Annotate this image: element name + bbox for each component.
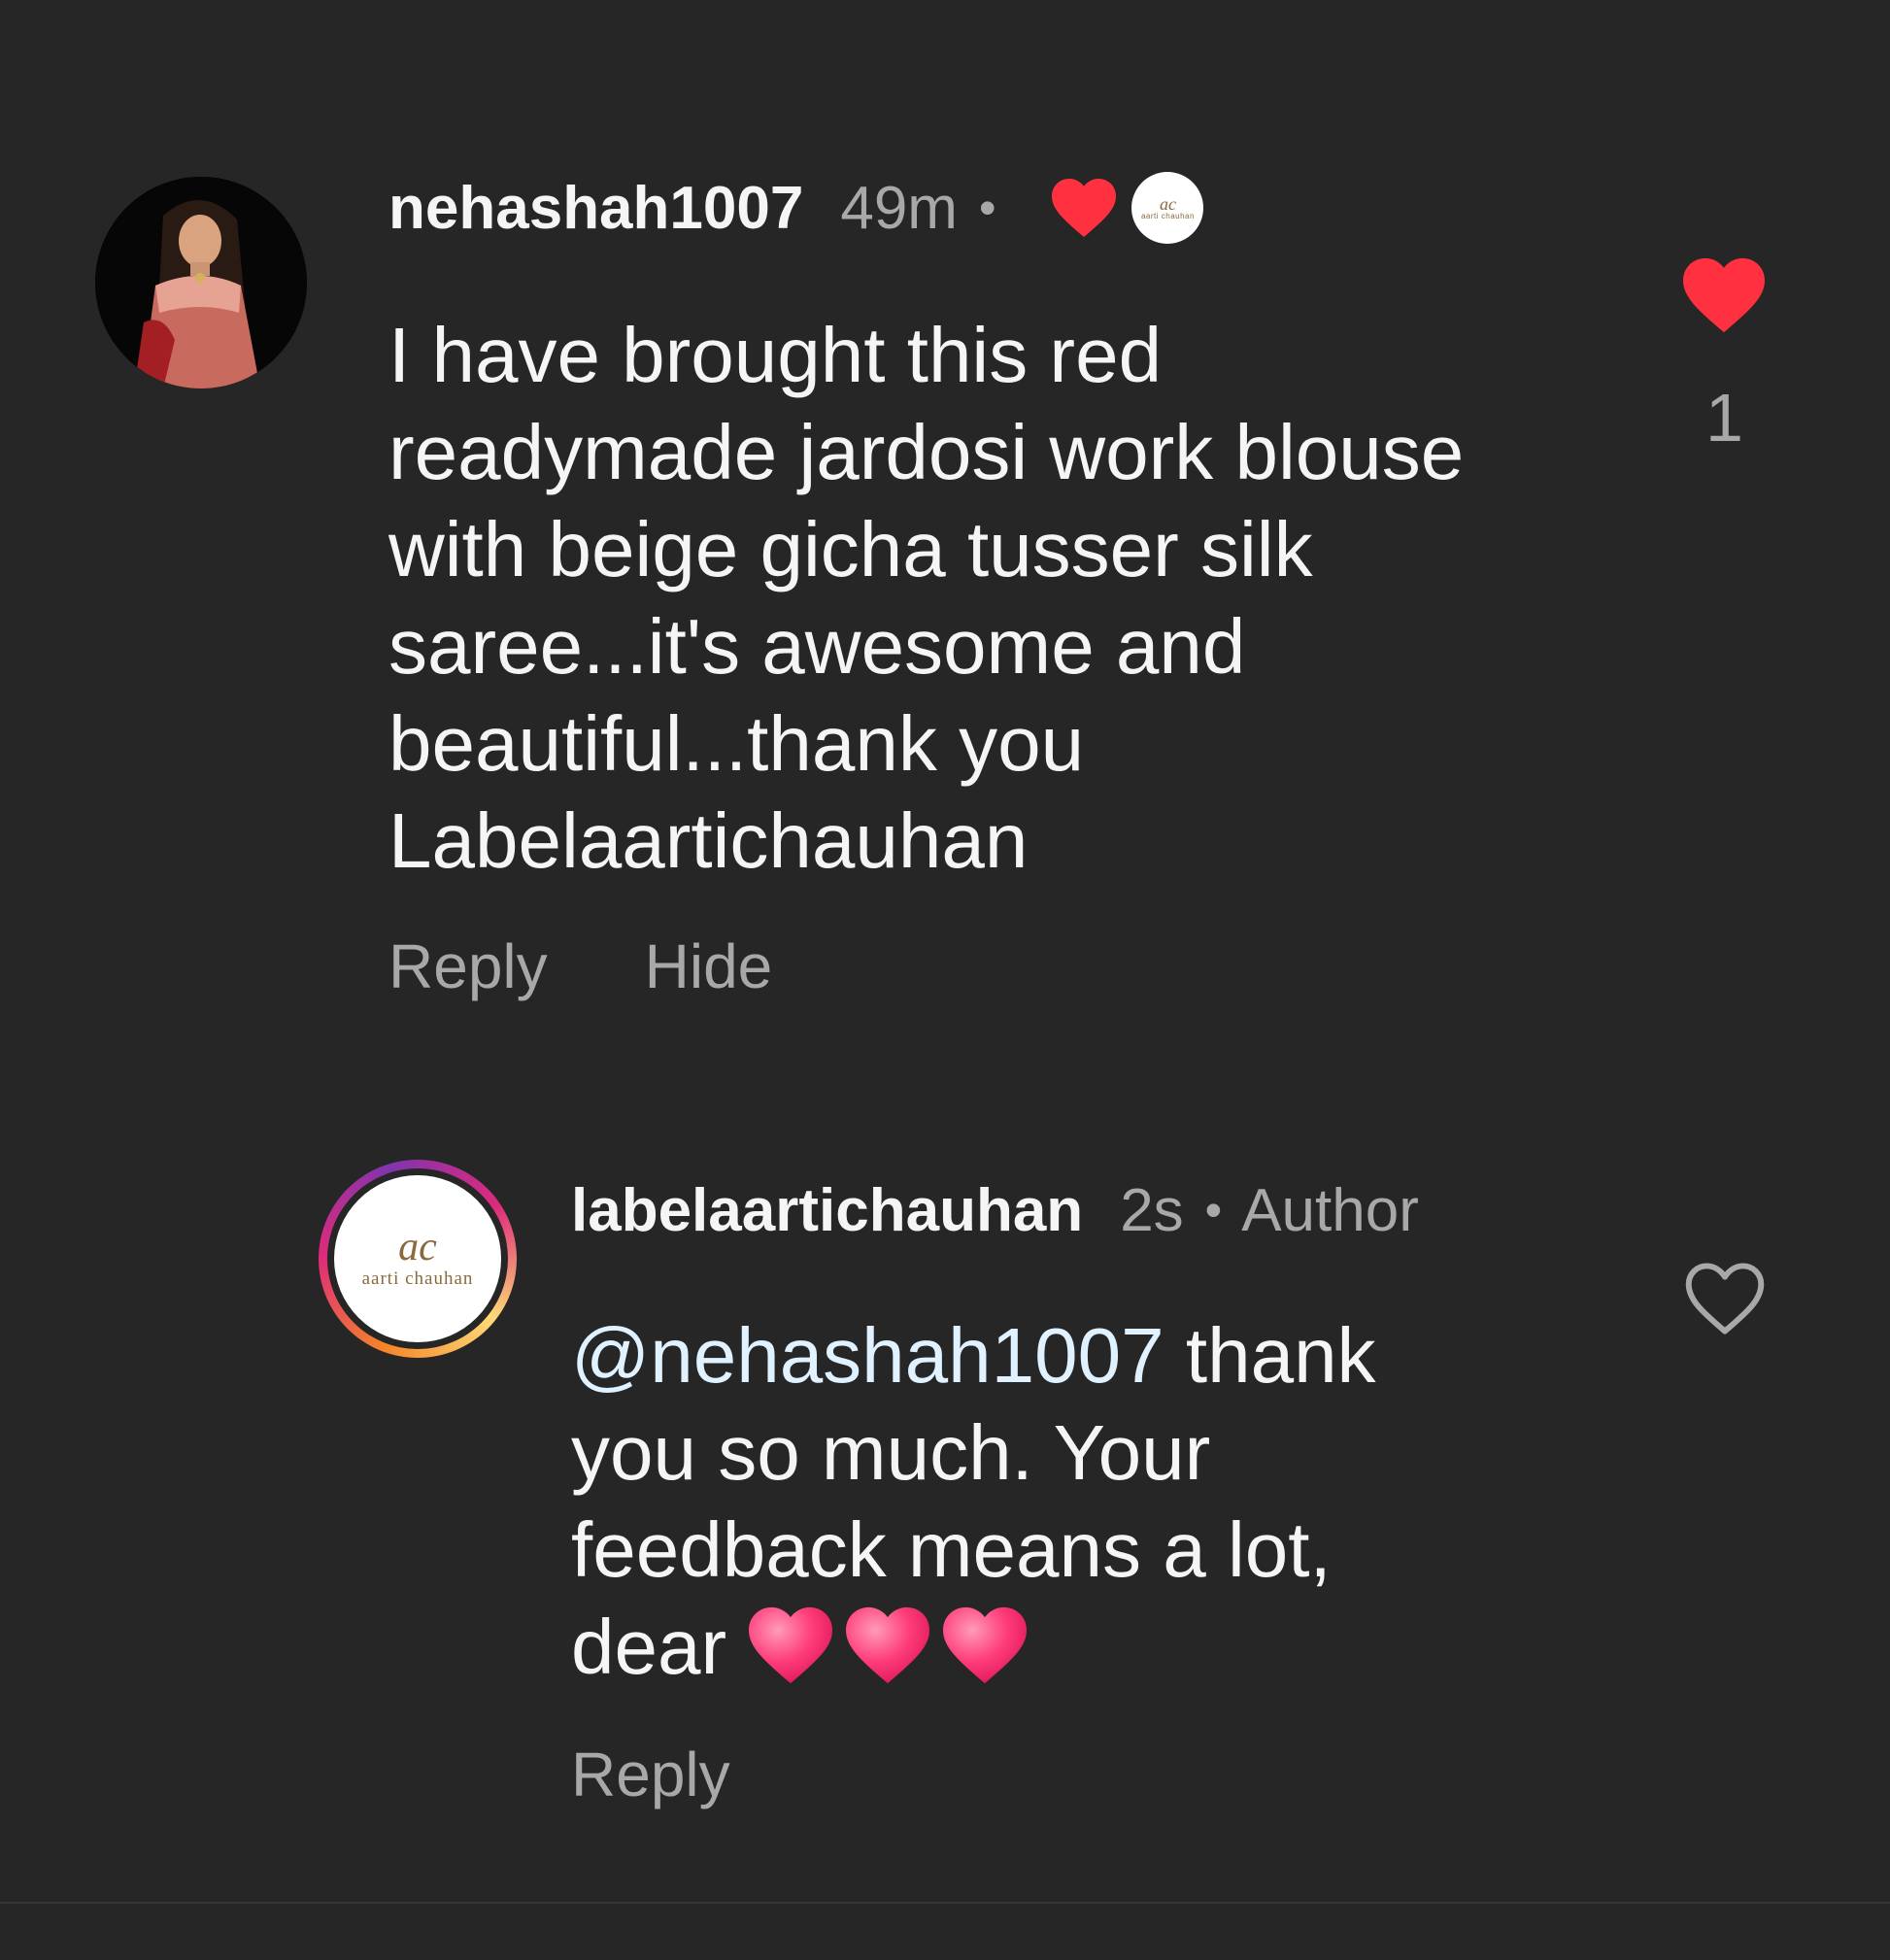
story-ring-gap: ac aarti chauhan	[327, 1168, 508, 1349]
comment-body-line: feedback means a lot,	[571, 1506, 1332, 1593]
creator-avatar-badge: ac aarti chauhan	[1131, 172, 1204, 244]
comment-timestamp: 49m	[840, 174, 958, 242]
mention-link[interactable]: @nehashah1007	[571, 1312, 1164, 1399]
comment-body-line: Labelaartichauhan	[388, 797, 1029, 884]
comment-body-line: I have brought this red	[388, 312, 1163, 398]
like-heart-outline-icon[interactable]	[1680, 1259, 1770, 1338]
reply-button[interactable]: Reply	[571, 1739, 730, 1810]
pink-heart-emoji-icon	[943, 1606, 1028, 1684]
reply-button[interactable]: Reply	[388, 930, 548, 1002]
like-count[interactable]: 1	[1705, 379, 1743, 456]
comment-body-line: saree...it's awesome and	[388, 603, 1246, 690]
author-badge: Author	[1241, 1176, 1419, 1244]
separator-dot: •	[1204, 1183, 1223, 1237]
comment-body-line: you so much. Your	[571, 1409, 1211, 1496]
comment-body: I have brought this red readymade jardos…	[388, 307, 1554, 890]
comment-timestamp: 2s	[1120, 1176, 1184, 1244]
comment-body-text: thank	[1164, 1312, 1376, 1399]
comment-body-line: readymade jardosi work blouse	[388, 409, 1465, 495]
comment-username[interactable]: nehashah1007	[388, 174, 803, 243]
divider	[0, 1902, 1890, 1904]
comment-header: nehashah1007 49m • ac aarti chauhan	[388, 171, 1204, 245]
hide-button[interactable]: Hide	[645, 930, 773, 1002]
brand-wordmark: aarti chauhan	[361, 1268, 474, 1289]
brand-logo: ac aarti chauhan	[334, 1175, 501, 1342]
separator-dot: •	[978, 181, 996, 235]
comment-username[interactable]: labelaartichauhan	[571, 1176, 1083, 1245]
avatar-nehashah1007[interactable]	[95, 177, 307, 389]
comment-actions: Reply Hide	[388, 930, 869, 1002]
pink-heart-emoji-icon	[749, 1606, 833, 1684]
brand-monogram: ac	[398, 1225, 437, 1269]
comment-body: @nehashah1007 thank you so much. Your fe…	[571, 1307, 1542, 1696]
creator-liked-heart-icon	[1048, 176, 1120, 240]
comment-body-text: dear	[571, 1604, 727, 1690]
comment-body-line: dear	[571, 1599, 1542, 1696]
comment-actions: Reply	[571, 1739, 827, 1810]
pink-heart-emoji-icon	[846, 1606, 930, 1684]
comments-screen: nehashah1007 49m • ac aarti chauhan I ha…	[0, 0, 1890, 1960]
comment-body-line: @nehashah1007 thank	[571, 1307, 1542, 1404]
comment-header: labelaartichauhan 2s • Author	[571, 1173, 1419, 1247]
comment-body-line: beautiful...thank you	[388, 700, 1085, 787]
avatar-labelaartichauhan[interactable]: ac aarti chauhan	[319, 1160, 517, 1358]
comment-body-line: with beige gicha tusser silk	[388, 506, 1313, 592]
creator-monogram: ac	[1159, 193, 1176, 214]
like-heart-filled-icon[interactable]	[1678, 254, 1770, 336]
creator-wordmark: aarti chauhan	[1140, 211, 1195, 220]
profile-photo	[95, 177, 307, 389]
emoji-group	[744, 1604, 1035, 1687]
